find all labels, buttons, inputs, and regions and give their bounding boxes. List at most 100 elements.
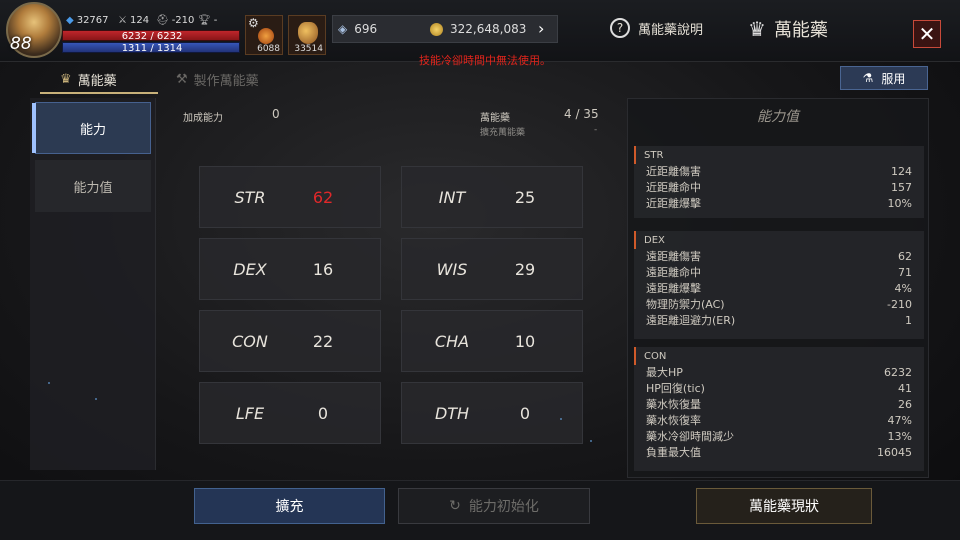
tab-craft-elixir[interactable]: ⚒ 製作萬能藥 [176,66,259,92]
row-label: 近距離命中 [646,181,701,194]
list-item: 物理防禦力(AC) -210 [634,297,924,313]
defense-value: -210 [171,15,195,26]
row-label: 最大HP [646,366,683,379]
row-label: 物理防禦力(AC) [646,298,725,311]
stat-tile-int[interactable]: INT 25 [401,166,583,228]
list-item: 藥水恢復率 47% [634,413,924,429]
stat-name: CON [232,331,268,351]
stat-tile-lfe[interactable]: LFE 0 [199,382,381,444]
trophy-icon: 🏆︎ [198,15,211,26]
row-label: HP回復(tic) [646,382,705,395]
stat-tile-wis[interactable]: WIS 29 [401,238,583,300]
list-item: 藥水冷卻時間減少 13% [634,429,924,445]
reset-button-label: 能力初始化 [468,499,539,515]
status-button-label: 萬能藥現狀 [749,499,819,515]
close-icon: ✕ [918,22,936,46]
help-label: 萬能藥說明 [638,22,704,38]
hp-text: 6232 / 6232 [121,31,183,42]
list-item: 最大HP 6232 [634,365,924,381]
expand-button[interactable]: 擴充 [194,488,385,524]
row-label: 近距離傷害 [646,165,701,178]
stat-value: 10 [514,331,536,351]
helmet-icon: ⛑ [156,15,169,26]
chevron-right-icon[interactable]: › [538,19,544,38]
row-value: 1 [905,314,912,327]
sparkle-decoration [590,440,592,442]
stat-value: 62 [312,187,334,207]
hp-bar: 6232 / 6232 [62,30,240,42]
defense-stat: ⛑ -210 [156,15,194,26]
row-value: 71 [898,266,912,279]
section-con: CON 最大HP 6232 HP回復(tic) 41 藥水恢復量 26 藥水恢復率 47… [634,347,924,471]
row-value: 62 [898,250,912,263]
row-label: 藥水恢復量 [646,398,701,411]
horn-count: 33514 [294,44,323,54]
elixir-icon: ♛ [748,17,766,41]
row-value: 6232 [884,366,912,379]
list-item: 遠距離爆擊 4% [634,281,924,297]
stat-name: DTH [434,403,470,423]
row-value: -210 [887,298,912,311]
row-value: 10% [887,197,912,210]
nav-ability-value-label: 能力值 [73,180,113,196]
expand-elixir-label: 擴充萬能藥 [480,128,526,138]
stat-tile-str[interactable]: STR 62 [199,166,381,228]
list-item: 近距離命中 157 [634,180,924,196]
combat-power-value: 32767 [76,15,109,26]
row-label: 遠距離傷害 [646,250,701,263]
combat-power-icon: ◆ [66,15,74,26]
sword-icon: ⚔ [118,15,127,26]
sparkle-decoration [560,418,562,420]
mp-text: 1311 / 1314 [121,43,183,54]
stat-value: 0 [317,403,329,423]
stat-tile-con[interactable]: CON 22 [199,310,381,372]
list-item: 遠距離傷害 62 [634,249,924,265]
stat-tile-dex[interactable]: DEX 16 [199,238,381,300]
use-button-label: 服用 [881,71,906,86]
reset-ability-button[interactable]: ↻ 能力初始化 [398,488,590,524]
row-value: 47% [887,414,912,427]
gem-icon: ◈ [338,22,348,36]
stat-value: 0 [519,403,531,423]
stat-tile-cha[interactable]: CHA 10 [401,310,583,372]
elixir-status-button[interactable]: 萬能藥現狀 [696,488,872,524]
horn-slot[interactable]: 33514 [288,15,326,55]
gear-icon: ⚙ [248,16,259,30]
potion-slot[interactable]: ⚙ 6088 [245,15,283,55]
list-item: HP回復(tic) 41 [634,381,924,397]
row-label: 近距離爆擊 [646,197,701,210]
stat-name: DEX [233,259,267,279]
stat-name: STR [234,187,266,207]
bonus-value: 0 [272,107,280,121]
row-value: 13% [887,430,912,443]
refresh-icon: ↻ [449,498,461,514]
row-value: 41 [898,382,912,395]
expand-elixir-value: - [594,125,598,135]
ability-panel-title: 能力值 [757,109,799,125]
question-icon: ? [610,18,630,38]
warning-message: 技能冷卻時間中無法使用。 [419,54,551,67]
row-value: 4% [894,282,912,295]
gem-currency: ◈ 696 [338,22,377,36]
use-button[interactable]: ⚗ 服用 [840,66,928,90]
row-label: 藥水恢復率 [646,414,701,427]
help-link[interactable]: ? 萬能藥說明 [610,18,703,38]
tab-craft-label: 製作萬能藥 [193,73,259,89]
stat-value: 22 [312,331,334,351]
nav-ability[interactable]: 能力 [32,102,151,154]
row-label: 遠距離迴避力(ER) [646,314,736,327]
gem-value: 696 [354,22,378,36]
list-item: 近距離傷害 124 [634,164,924,180]
page-title: ♛ 萬能藥 [748,16,828,42]
page-title-text: 萬能藥 [773,20,828,41]
elixir-count-value: 4 / 35 [564,107,599,121]
tab-elixir-label: 萬能藥 [77,73,117,89]
stat-tile-dth[interactable]: DTH 0 [401,382,583,444]
close-button[interactable]: ✕ [913,20,941,48]
nav-ability-value[interactable]: 能力值 [35,160,151,212]
tab-elixir[interactable]: ♛ 萬能藥 [60,66,117,92]
stat-name: CHA [434,331,470,351]
horn-icon [298,22,318,44]
list-item: 遠距離迴避力(ER) 1 [634,313,924,329]
flask-icon: ⚗ [862,71,874,85]
